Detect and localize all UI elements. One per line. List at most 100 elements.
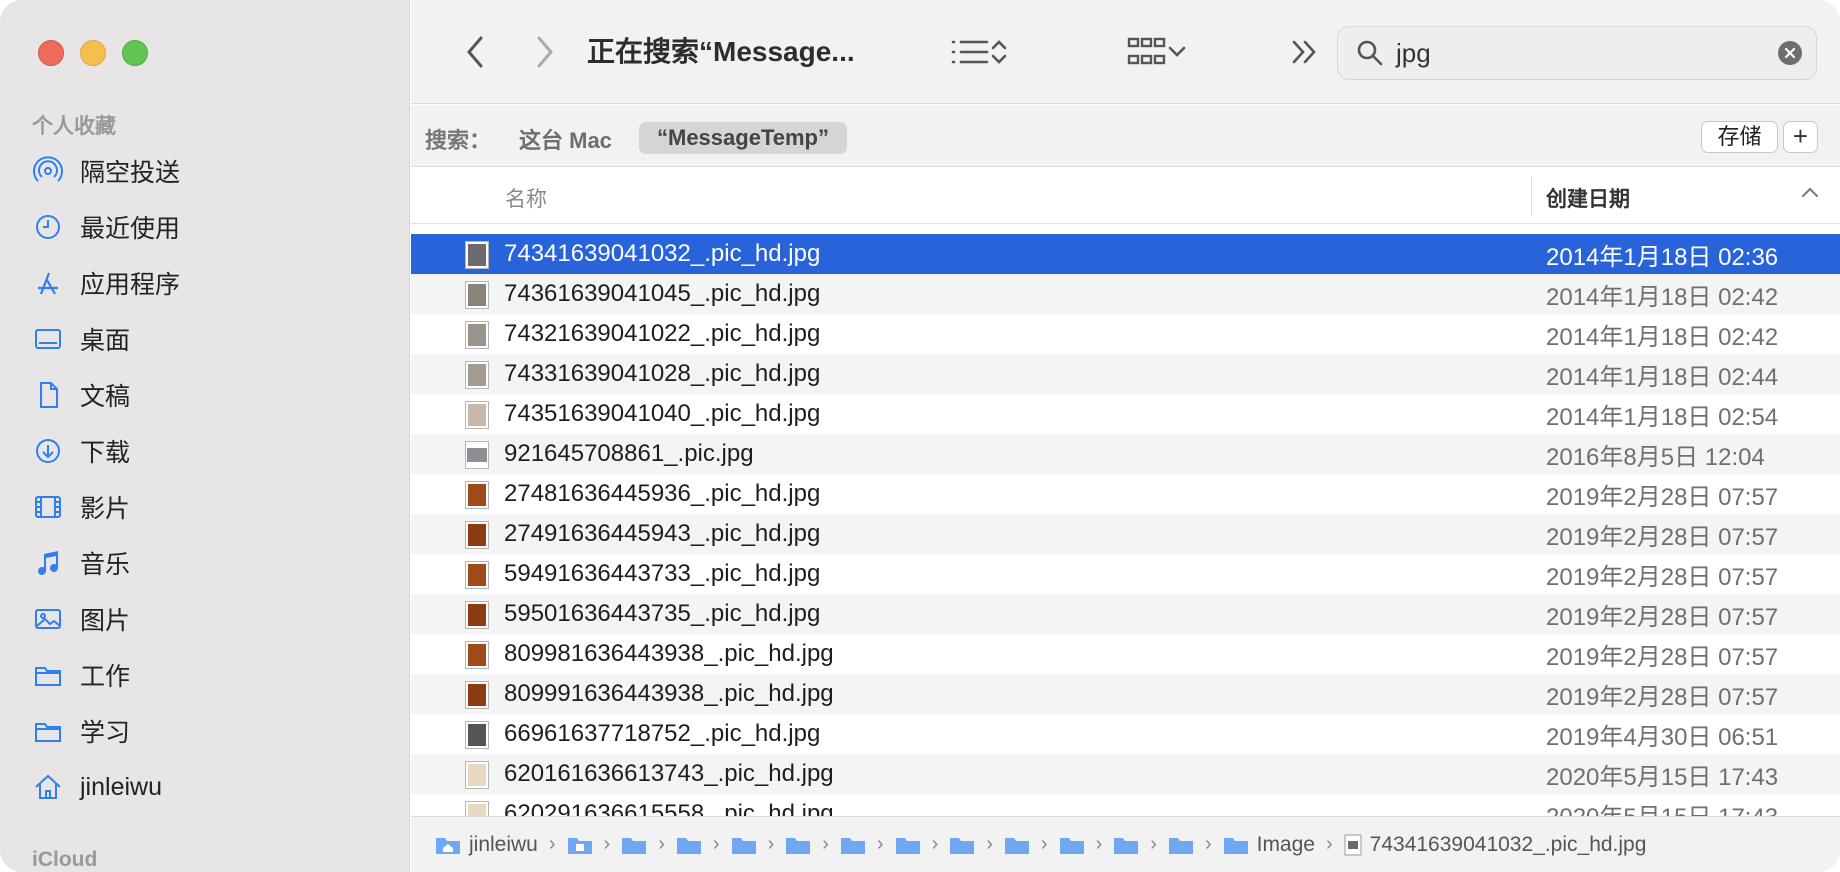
- file-name: 27481636445936_.pic_hd.jpg: [504, 480, 821, 507]
- file-row[interactable]: 809991636443938_.pic_hd.jpg 2019年2月28日 07…: [411, 674, 1840, 714]
- path-item-file[interactable]: 74341639041032_.pic_hd.jpg: [1344, 833, 1646, 857]
- sidebar-item-home[interactable]: jinleiwu: [32, 759, 392, 815]
- save-search-button[interactable]: 存储: [1701, 121, 1778, 153]
- file-name: 620291636615558_.pic_hd.jpg: [504, 800, 834, 816]
- clock-icon: [32, 211, 64, 243]
- file-date-created: 2014年1月18日 02:36: [1546, 243, 1779, 271]
- sidebar-item-study[interactable]: 学习: [32, 703, 392, 759]
- chevron-left-icon: [467, 36, 483, 68]
- toolbar: 正在搜索“Message... jpg: [411, 0, 1840, 104]
- file-row[interactable]: 921645708861_.pic.jpg 2016年8月5日 12:04: [411, 434, 1840, 474]
- sidebar-item-airdrop[interactable]: 隔空投送: [32, 143, 392, 199]
- image-thumbnail-icon: [465, 601, 489, 629]
- column-header-date-created[interactable]: 创建日期: [1546, 183, 1630, 213]
- sidebar-item-label: 最近使用: [80, 215, 181, 243]
- path-item-folder[interactable]: [840, 835, 866, 855]
- file-row[interactable]: 74361639041045_.pic_hd.jpg 2014年1月18日 02:…: [411, 274, 1840, 314]
- path-item-folder[interactable]: [731, 835, 757, 855]
- file-row[interactable]: 27491636445943_.pic_hd.jpg 2019年2月28日 07:…: [411, 514, 1840, 554]
- sidebar-item-work[interactable]: 工作: [32, 647, 392, 703]
- film-icon: [32, 491, 64, 523]
- image-thumbnail-icon: [465, 641, 489, 669]
- airdrop-icon: [32, 155, 64, 187]
- file-date-created: 2014年1月18日 02:42: [1546, 283, 1779, 311]
- search-field[interactable]: jpg: [1337, 26, 1817, 80]
- sidebar-item-music[interactable]: 音乐: [32, 535, 392, 591]
- scope-folder[interactable]: “MessageTemp”: [639, 122, 847, 154]
- library-folder-icon: [567, 837, 592, 854]
- zoom-window-button[interactable]: [122, 40, 148, 66]
- path-item-folder[interactable]: [676, 835, 702, 855]
- chevron-down-icon: [1168, 46, 1186, 57]
- file-name: 74321639041022_.pic_hd.jpg: [504, 320, 821, 347]
- folder-icon: [1114, 837, 1139, 854]
- sort-ascending-icon: [1802, 187, 1818, 197]
- sidebar-item-recents[interactable]: 最近使用: [32, 199, 392, 255]
- path-item-folder[interactable]: [949, 835, 975, 855]
- close-window-button[interactable]: [38, 40, 64, 66]
- folder-icon: [622, 837, 647, 854]
- file-row[interactable]: 59501636443735_.pic_hd.jpg 2019年2月28日 07:…: [411, 594, 1840, 634]
- search-scope-bar: 搜索： 这台 Mac “MessageTemp” 存储 +: [411, 105, 1840, 167]
- double-chevron-right-icon: [1292, 40, 1316, 64]
- path-item-home[interactable]: jinleiwu: [435, 833, 538, 857]
- path-item-folder[interactable]: [1113, 835, 1139, 855]
- file-row[interactable]: 59491636443733_.pic_hd.jpg 2019年2月28日 07:…: [411, 554, 1840, 594]
- file-row[interactable]: 74321639041022_.pic_hd.jpg 2014年1月18日 02:…: [411, 314, 1840, 354]
- path-item-label: jinleiwu: [469, 832, 538, 856]
- group-button[interactable]: [1117, 30, 1197, 74]
- sidebar-item-downloads[interactable]: 下载: [32, 423, 392, 479]
- path-item-folder[interactable]: [621, 835, 647, 855]
- file-row[interactable]: 74341639041032_.pic_hd.jpg 2014年1月18日 02:…: [411, 234, 1840, 274]
- search-input[interactable]: jpg: [1396, 38, 1431, 69]
- sidebar-item-label: 桌面: [80, 327, 131, 355]
- file-row[interactable]: 620161636613743_.pic_hd.jpg 2020年5月15日 17…: [411, 754, 1840, 794]
- image-thumbnail-icon: [465, 521, 489, 549]
- column-header-name[interactable]: 名称: [505, 183, 547, 213]
- path-item-image[interactable]: Image: [1223, 833, 1315, 857]
- image-thumbnail-icon: [465, 761, 489, 789]
- sidebar-item-pictures[interactable]: 图片: [32, 591, 392, 647]
- path-chevron: ›: [1325, 833, 1333, 855]
- file-row[interactable]: 74351639041040_.pic_hd.jpg 2014年1月18日 02:…: [411, 394, 1840, 434]
- path-item-folder[interactable]: [895, 835, 921, 855]
- file-date-created: 2019年2月28日 07:57: [1546, 683, 1779, 711]
- file-name: 59491636443733_.pic_hd.jpg: [504, 560, 821, 587]
- file-name: 66961637718752_.pic_hd.jpg: [504, 720, 821, 747]
- file-name: 809981636443938_.pic_hd.jpg: [504, 640, 834, 667]
- path-item-folder[interactable]: [1059, 835, 1085, 855]
- search-icon: [1357, 40, 1383, 66]
- file-date-created: 2016年8月5日 12:04: [1546, 443, 1765, 471]
- file-name: 27491636445943_.pic_hd.jpg: [504, 520, 821, 547]
- file-date-created: 2019年2月28日 07:57: [1546, 643, 1779, 671]
- forward-button[interactable]: [525, 32, 565, 72]
- file-row[interactable]: 620291636615558_.pic_hd.jpg 2020年5月15日 17…: [411, 794, 1840, 816]
- file-name: 74351639041040_.pic_hd.jpg: [504, 400, 821, 427]
- sidebar-section-favorites: 个人收藏: [32, 115, 116, 138]
- view-options-button[interactable]: [939, 30, 1019, 74]
- clear-search-button[interactable]: [1778, 41, 1802, 65]
- minimize-window-button[interactable]: [80, 40, 106, 66]
- back-button[interactable]: [455, 32, 495, 72]
- path-item-folder[interactable]: [567, 835, 593, 855]
- path-item-folder[interactable]: [1004, 835, 1030, 855]
- more-toolbar-button[interactable]: [1285, 32, 1325, 72]
- file-row[interactable]: 74331639041028_.pic_hd.jpg 2014年1月18日 02:…: [411, 354, 1840, 394]
- file-row[interactable]: 27481636445936_.pic_hd.jpg 2019年2月28日 07:…: [411, 474, 1840, 514]
- file-row[interactable]: 809981636443938_.pic_hd.jpg 2019年2月28日 07…: [411, 634, 1840, 674]
- folder-icon: [1059, 837, 1084, 854]
- sidebar-item-movies[interactable]: 影片: [32, 479, 392, 535]
- add-criteria-button[interactable]: +: [1783, 121, 1818, 153]
- folder-icon: [1223, 837, 1248, 854]
- folder-icon: [1168, 837, 1193, 854]
- sidebar-item-desktop[interactable]: 桌面: [32, 311, 392, 367]
- sidebar-item-applications[interactable]: 应用程序: [32, 255, 392, 311]
- file-name: 620161636613743_.pic_hd.jpg: [504, 760, 834, 787]
- column-divider[interactable]: [1531, 176, 1532, 216]
- sidebar-item-documents[interactable]: 文稿: [32, 367, 392, 423]
- file-row[interactable]: 66961637718752_.pic_hd.jpg 2019年4月30日 06:…: [411, 714, 1840, 754]
- scope-this-mac[interactable]: 这台 Mac: [519, 123, 612, 155]
- image-thumbnail-icon: [465, 481, 489, 509]
- path-item-folder[interactable]: [785, 835, 811, 855]
- path-item-folder[interactable]: [1168, 835, 1194, 855]
